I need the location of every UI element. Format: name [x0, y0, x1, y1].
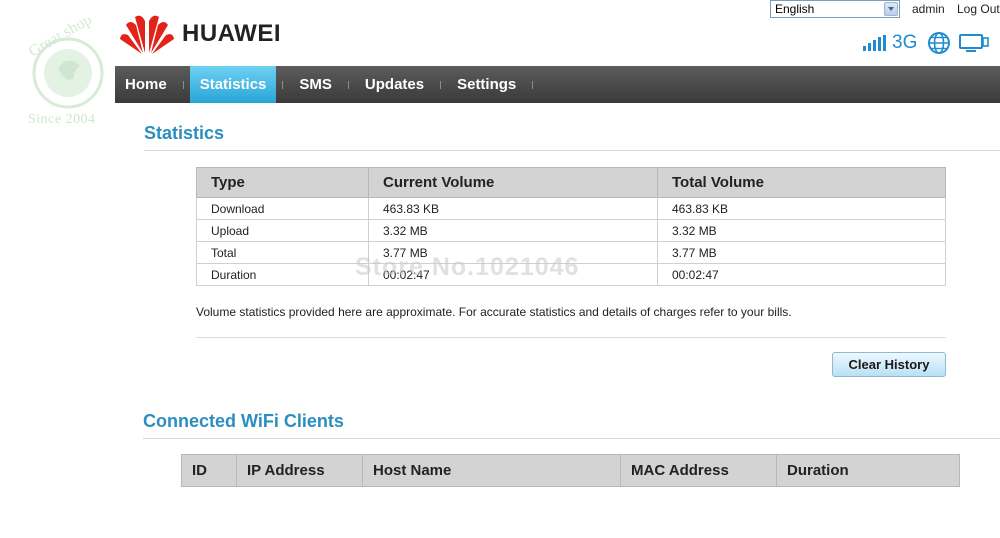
- clear-history-button[interactable]: Clear History: [832, 352, 946, 377]
- signal-bars-icon: [863, 35, 886, 51]
- wifi-clients-title-divider: [143, 438, 1000, 439]
- nav-sms[interactable]: SMS: [289, 66, 342, 103]
- brand: HUAWEI: [118, 10, 281, 58]
- wifi-clients-title: Connected WiFi Clients: [143, 411, 344, 431]
- cell-type: Download: [196, 197, 369, 220]
- status-icons: 3G: [862, 30, 990, 56]
- cell-total: 3.32 MB: [657, 219, 946, 242]
- statistics-table: Type Current Volume Total Volume Downloa…: [196, 167, 946, 286]
- cell-current: 3.32 MB: [368, 219, 658, 242]
- cell-total: 3.77 MB: [657, 241, 946, 264]
- wifi-clients-table: ID IP Address Host Name MAC Address Dura…: [181, 454, 960, 487]
- column-header: Duration: [776, 454, 960, 487]
- watermark-since: Since 2004: [28, 112, 96, 127]
- statistics-title-divider: [144, 150, 1000, 151]
- monitor-icon: [959, 34, 990, 52]
- column-header: Current Volume: [368, 167, 658, 198]
- statistics-note: Volume statistics provided here are appr…: [196, 305, 792, 319]
- table-header-row: Type Current Volume Total Volume: [196, 167, 946, 198]
- nav-separator: [347, 80, 349, 89]
- chevron-down-icon[interactable]: [884, 2, 898, 16]
- watermark-parrot-icon: Great shop: [26, 11, 104, 109]
- huawei-logo-icon: [120, 15, 174, 54]
- nav-settings[interactable]: Settings: [447, 66, 526, 103]
- nav-separator: [182, 80, 184, 89]
- nav-separator: [440, 80, 442, 89]
- nav-separator: [532, 80, 534, 89]
- column-header: IP Address: [236, 454, 363, 487]
- cell-total: 00:02:47: [657, 263, 946, 286]
- statistics-divider: [196, 337, 946, 338]
- nav-statistics[interactable]: Statistics: [189, 66, 277, 103]
- cell-type: Total: [196, 241, 369, 264]
- column-header: MAC Address: [620, 454, 777, 487]
- cell-type: Upload: [196, 219, 369, 242]
- language-selected: English: [775, 2, 815, 16]
- table-row: Total 3.77 MB 3.77 MB: [196, 241, 946, 264]
- column-header: ID: [181, 454, 237, 487]
- logout-link[interactable]: Log Out: [957, 2, 1000, 16]
- table-row: Duration 00:02:47 00:02:47: [196, 263, 946, 286]
- table-row: Download 463.83 KB 463.83 KB: [196, 197, 946, 220]
- column-header: Type: [196, 167, 369, 198]
- user-name: admin: [912, 2, 945, 16]
- network-type: 3G: [892, 32, 918, 53]
- cell-current: 3.77 MB: [368, 241, 658, 264]
- cell-current: 463.83 KB: [368, 197, 658, 220]
- nav-separator: [282, 80, 284, 89]
- cell-current: 00:02:47: [368, 263, 658, 286]
- brand-name: HUAWEI: [182, 20, 281, 47]
- cell-type: Duration: [196, 263, 369, 286]
- nav-updates[interactable]: Updates: [355, 66, 434, 103]
- language-select[interactable]: English: [770, 0, 900, 18]
- column-header: Total Volume: [657, 167, 946, 198]
- column-header: Host Name: [362, 454, 621, 487]
- nav-home[interactable]: Home: [115, 66, 177, 103]
- main-nav: Home Statistics SMS Updates Settings: [115, 66, 1000, 103]
- table-header-row: ID IP Address Host Name MAC Address Dura…: [181, 454, 960, 487]
- statistics-title: Statistics: [144, 123, 225, 143]
- cell-total: 463.83 KB: [657, 197, 946, 220]
- globe-icon: [928, 32, 951, 54]
- table-row: Upload 3.32 MB 3.32 MB: [196, 219, 946, 242]
